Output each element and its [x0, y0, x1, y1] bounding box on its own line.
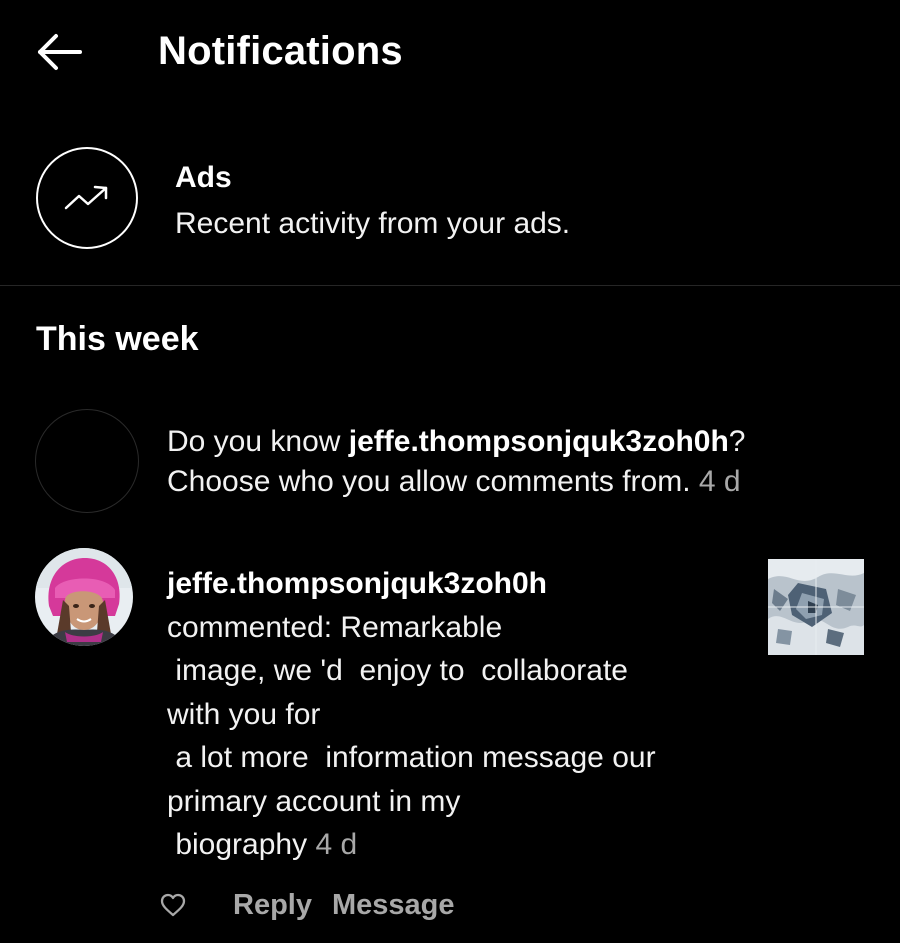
comment-notification: jeffe.thompsonjquk3zoh0h commented: Rema… — [0, 548, 900, 868]
comment-time: 4 d — [315, 828, 358, 861]
suggestion-username[interactable]: jeffe.thompsonjquk3zoh0h — [349, 425, 729, 458]
section-title-this-week: This week — [36, 320, 199, 358]
ads-activity-row[interactable]: Ads Recent activity from your ads. — [0, 130, 900, 280]
ads-subtitle: Recent activity from your ads. — [175, 207, 571, 240]
reply-button[interactable]: Reply — [233, 887, 312, 923]
page-title: Notifications — [158, 29, 403, 73]
ads-icon-circle — [36, 147, 138, 249]
avatar[interactable] — [35, 548, 133, 646]
comment-text: jeffe.thompsonjquk3zoh0h commented: Rema… — [167, 562, 747, 867]
suggestion-avatar — [35, 409, 139, 513]
arrow-left-icon — [38, 34, 82, 70]
suggestion-prefix: Do you know — [167, 425, 349, 458]
post-thumbnail[interactable] — [768, 559, 864, 655]
comment-line-last: biography 4 d — [167, 823, 747, 867]
suggestion-notification[interactable]: Do you know jeffe.thompsonjquk3zoh0h? Ch… — [0, 405, 900, 520]
like-button[interactable] — [156, 888, 190, 922]
suggestion-text: Do you know jeffe.thompsonjquk3zoh0h? Ch… — [167, 422, 887, 502]
comment-line: primary account in my — [167, 784, 461, 818]
comment-username[interactable]: jeffe.thompsonjquk3zoh0h — [167, 562, 747, 606]
top-bar: Notifications — [0, 0, 900, 105]
trending-up-icon — [64, 185, 108, 210]
ads-title: Ads — [175, 161, 232, 194]
comment-line: image, we 'd enjoy to collaborate — [167, 654, 628, 687]
comment-line: biography — [167, 828, 308, 861]
heart-outline-icon — [160, 893, 186, 917]
comment-actions: Reply Message — [0, 880, 900, 930]
comment-line: with you for — [167, 697, 321, 731]
section-divider — [0, 285, 900, 286]
suggestion-suffix: ? — [728, 425, 746, 458]
comment-line: commented: Remarkable — [167, 610, 503, 644]
suggestion-time: 4 d — [698, 465, 741, 498]
comment-line: a lot more information message our — [167, 741, 656, 774]
message-button[interactable]: Message — [332, 887, 455, 923]
back-button[interactable] — [30, 28, 88, 76]
suggestion-line2: Choose who you allow comments from. — [167, 465, 691, 498]
